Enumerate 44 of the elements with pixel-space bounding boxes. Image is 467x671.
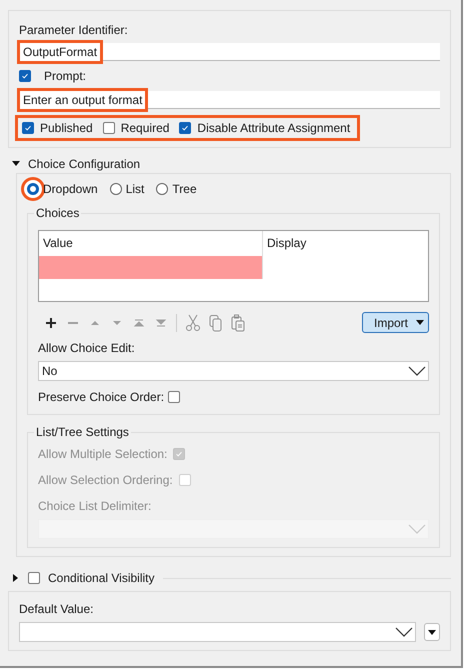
chevron-down-icon — [408, 366, 426, 376]
radio-button[interactable] — [156, 183, 168, 195]
highlighted-text: Enter an output format — [20, 90, 146, 108]
checkbox-label[interactable]: Published — [40, 121, 93, 135]
checkbox[interactable] — [168, 391, 180, 403]
radio-label[interactable]: List — [126, 182, 144, 196]
field-label: Preserve Choice Order: — [38, 390, 164, 404]
checkbox-label[interactable]: Required — [120, 121, 170, 135]
field-label: Allow Choice Edit: — [38, 341, 136, 355]
caret-icon — [428, 630, 436, 634]
section-title[interactable]: Conditional Visibility — [48, 571, 154, 585]
checkbox[interactable] — [102, 122, 115, 134]
input-field[interactable]: OutputFormat — [19, 43, 440, 61]
caret-icon — [416, 320, 424, 325]
import-button[interactable]: Import — [362, 312, 429, 333]
field-label: Choice List Delimiter: — [38, 499, 152, 513]
chevron-down-icon — [408, 524, 426, 534]
radio-button[interactable] — [110, 183, 122, 195]
field-label: Allow Selection Ordering: — [38, 473, 173, 487]
field-label: Parameter Identifier: — [19, 23, 129, 37]
field-label: Default Value: — [19, 602, 94, 616]
checkbox-label[interactable]: Disable Attribute Assignment — [197, 121, 350, 135]
radio-label[interactable]: Tree — [172, 182, 197, 196]
checkmark-icon — [24, 124, 32, 132]
expand-triangle-icon[interactable] — [12, 574, 20, 582]
section-title[interactable]: Choice Configuration — [28, 157, 140, 171]
highlighted-text: OutputFormat — [20, 42, 100, 60]
dropdown[interactable]: No — [38, 361, 429, 381]
checkmark-icon — [175, 450, 184, 458]
field-label: Prompt: — [44, 69, 86, 83]
input-field[interactable]: Enter an output format — [19, 91, 440, 109]
checkmark-icon — [21, 72, 29, 80]
checkbox[interactable] — [19, 70, 31, 82]
field-label: Allow Multiple Selection: — [38, 447, 168, 461]
expand-triangle-icon[interactable] — [12, 160, 20, 168]
group-title: Choices — [35, 206, 80, 220]
checkmark-icon — [181, 124, 190, 132]
checkbox[interactable] — [179, 122, 192, 134]
group-title: List/Tree Settings — [35, 425, 130, 439]
checkbox[interactable] — [28, 572, 40, 584]
checkbox[interactable] — [22, 122, 34, 134]
chevron-down-icon — [395, 627, 413, 637]
dropdown-button[interactable] — [424, 623, 440, 641]
table-cell[interactable] — [39, 256, 263, 279]
